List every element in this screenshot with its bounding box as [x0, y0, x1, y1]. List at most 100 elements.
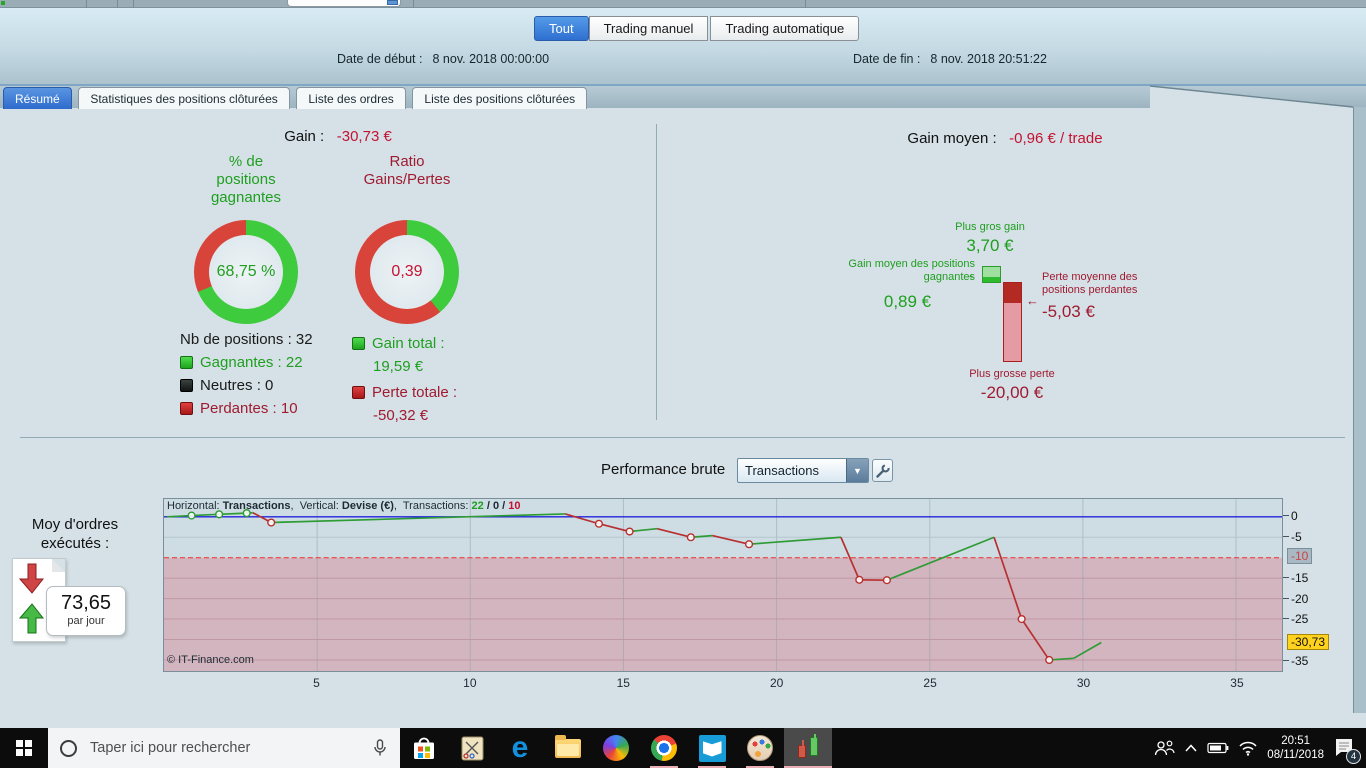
gain-total-row: Gain total : [352, 335, 512, 352]
tab-resume[interactable]: Résumé [3, 87, 72, 109]
notification-center-button[interactable]: 4 [1334, 737, 1361, 764]
clock-date: 08/11/2018 [1267, 749, 1324, 761]
red-square-icon [352, 386, 365, 399]
wrench-icon [875, 463, 890, 478]
taskbar-search[interactable]: Taper ici pour rechercher [48, 728, 400, 768]
top-strip-separator [133, 0, 134, 8]
red-down-arrow-icon [19, 563, 45, 594]
avg-orders-value-box: 73,65 par jour [46, 586, 126, 636]
arrow-left-icon [1026, 293, 1039, 308]
dropdown-value: Transactions [745, 463, 819, 478]
wifi-icon[interactable] [1238, 740, 1258, 756]
date-end-label: Date de fin : [853, 52, 921, 66]
taskbar-trading-app[interactable] [784, 728, 832, 768]
top-strip-field[interactable] [287, 0, 401, 7]
top-strip-button[interactable] [387, 0, 398, 5]
x-axis-label: 10 [463, 676, 477, 690]
file-explorer-icon [555, 734, 581, 758]
ratio-title: Ratio Gains/Pertes [363, 153, 451, 188]
gain-moyen-label: Gain moyen : [907, 130, 997, 147]
status-dot-icon [1, 1, 5, 5]
performance-title: Performance brute [601, 461, 726, 478]
search-placeholder: Taper ici pour rechercher [90, 740, 251, 756]
biggest-loss-value: -20,00 € [980, 383, 1044, 402]
battery-icon[interactable] [1207, 742, 1229, 754]
avg-orders-unit: par jour [67, 615, 105, 627]
biggest-loss-label: Plus grosse perte [969, 368, 1055, 380]
date-end-value: 8 nov. 2018 20:51:22 [930, 52, 1047, 66]
store-icon [414, 737, 434, 759]
paint-icon [747, 735, 773, 761]
taskbar-file-explorer[interactable] [544, 728, 592, 768]
chevron-up-icon[interactable] [1184, 743, 1198, 753]
microphone-icon[interactable] [374, 739, 386, 757]
filter-tout-button[interactable]: Tout [534, 16, 589, 41]
totals-legend: Gain total : 19,59 € Perte totale : -50,… [352, 335, 512, 430]
ratio-value: 0,39 [391, 263, 423, 280]
date-start-label: Date de début : [337, 52, 423, 66]
notification-badge: 4 [1346, 749, 1361, 764]
tab-liste-positions[interactable]: Liste des positions clôturées [412, 87, 588, 109]
candlestick-chart-icon [794, 732, 822, 762]
avg-loss-label: Perte moyenne des positions perdantes [1042, 271, 1138, 296]
top-strip-separator [117, 0, 118, 8]
filter-trading-manuel-button[interactable]: Trading manuel [588, 16, 709, 41]
taskbar-book-app[interactable] [688, 728, 736, 768]
tab-statistiques[interactable]: Statistiques des positions clôturées [78, 87, 290, 109]
avg-gain-label: Gain moyen des positions gagnantes [848, 258, 975, 283]
start-button[interactable] [0, 728, 48, 768]
winning-positions-donut: 68,75 % [194, 220, 298, 324]
performance-dropdown[interactable]: Transactions ▼ [737, 458, 869, 483]
book-icon [698, 734, 726, 762]
perte-totale-label: Perte totale : [372, 384, 458, 401]
vertical-divider [656, 124, 657, 420]
losses-count: 10 [508, 500, 521, 512]
date-start-value: 8 nov. 2018 00:00:00 [432, 52, 550, 66]
horizontal-divider [20, 437, 1345, 438]
date-start: Date de début : 8 nov. 2018 00:00:00 [337, 52, 549, 66]
x-axis-label: 25 [923, 676, 937, 690]
taskbar-edge[interactable] [496, 728, 544, 768]
y-axis-label: -5 [1283, 530, 1302, 544]
current-value-label: -30,73 [1287, 634, 1330, 651]
trading-filter-group: Tout Trading manuel Trading automatique [534, 16, 860, 41]
header: Tout Trading manuel Trading automatique … [0, 8, 1366, 85]
page-fold-icon [52, 559, 65, 572]
taskbar-snipping-tool[interactable] [448, 728, 496, 768]
date-end: Date de fin : 8 nov. 2018 20:51:22 [853, 52, 1047, 66]
green-square-icon [180, 356, 193, 369]
people-icon[interactable] [1153, 739, 1175, 757]
taskbar-globe-app[interactable] [592, 728, 640, 768]
edge-icon [512, 733, 529, 763]
x-axis-label: 20 [770, 676, 784, 690]
tab-liste-ordres[interactable]: Liste des ordres [296, 87, 406, 109]
taskbar-chrome[interactable] [640, 728, 688, 768]
y-axis-label: -25 [1283, 612, 1308, 626]
gain-total-value: 19,59 € [373, 358, 424, 375]
chart-settings-button[interactable] [872, 459, 893, 482]
top-strip-separator [86, 0, 87, 8]
x-axis-label: 15 [616, 676, 630, 690]
avg-orders-label: Moy d'ordres exécutés : [31, 516, 119, 552]
snipping-tool-icon [461, 736, 483, 760]
black-square-icon [180, 379, 193, 392]
gain-moyen-value: -0,96 € / trade [1009, 130, 1103, 147]
filter-trading-automatique-button[interactable]: Trading automatique [710, 16, 860, 41]
y-axis: 0 -5 -15 -20 -25 -35 -10 -30,73 [1283, 498, 1358, 678]
taskbar-paint[interactable] [736, 728, 784, 768]
positions-legend: Nb de positions : 32 Gagnantes : 22 Neut… [180, 331, 360, 423]
x-axis-label: 35 [1230, 676, 1244, 690]
avg-gain-value: 0,89 € [883, 292, 932, 311]
perte-totale-row: Perte totale : [352, 384, 512, 401]
performance-chart [163, 498, 1283, 672]
cortana-icon [60, 739, 77, 757]
top-strip-separator [413, 0, 414, 8]
chevron-down-icon[interactable]: ▼ [846, 459, 868, 482]
taskbar-store[interactable] [400, 728, 448, 768]
taskbar-clock[interactable]: 20:51 08/11/2018 [1267, 734, 1324, 762]
green-up-arrow-icon [19, 603, 45, 634]
gain-label: Gain : [284, 128, 325, 145]
gain-bar [982, 266, 1001, 283]
windows-logo-icon [16, 740, 32, 756]
y-axis-label: -15 [1283, 571, 1308, 585]
